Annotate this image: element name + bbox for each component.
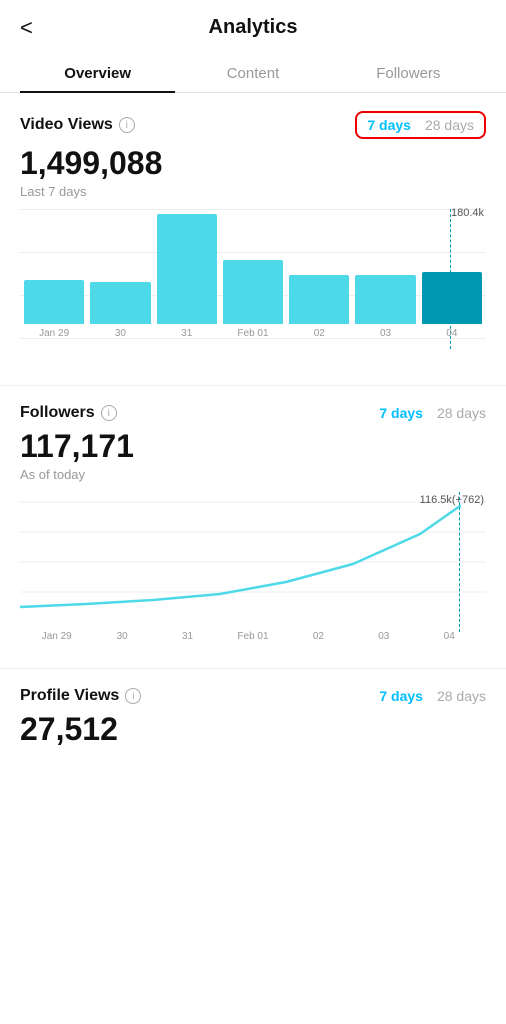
bar-label: 30 <box>115 328 126 339</box>
followers-period-toggle: 7 days 28 days <box>379 405 486 421</box>
bar-col: 02 <box>289 209 349 339</box>
bar[interactable] <box>355 275 415 324</box>
bar-col: 04 <box>422 209 482 339</box>
followers-info-icon[interactable]: i <box>101 405 117 421</box>
line-chart-label: 30 <box>89 631 154 642</box>
video-views-28day-btn[interactable]: 28 days <box>425 117 474 133</box>
bar[interactable] <box>289 275 349 324</box>
bar-label: 04 <box>446 328 457 339</box>
line-chart-label: 04 <box>417 631 482 642</box>
bar-label: 31 <box>181 328 192 339</box>
back-button[interactable]: < <box>20 15 33 41</box>
video-views-period-toggle: 7 days 28 days <box>355 111 486 139</box>
header: < Analytics <box>0 0 506 55</box>
bar[interactable] <box>90 282 150 324</box>
bar-label: Feb 01 <box>237 328 268 339</box>
followers-title-row: Followers i <box>20 404 117 422</box>
profile-views-value: 27,512 <box>20 711 486 748</box>
tab-overview[interactable]: Overview <box>20 55 175 92</box>
bar-label: 03 <box>380 328 391 339</box>
followers-sublabel: As of today <box>20 467 486 482</box>
profile-views-7day-btn[interactable]: 7 days <box>379 688 423 704</box>
bar-label: 02 <box>314 328 325 339</box>
bar-col: Feb 01 <box>223 209 283 339</box>
bar-col: 30 <box>90 209 150 339</box>
line-chart-label: 03 <box>351 631 416 642</box>
line-chart-svg <box>20 492 486 622</box>
video-views-info-icon[interactable]: i <box>119 117 135 133</box>
bar[interactable] <box>24 280 84 324</box>
followers-7day-btn[interactable]: 7 days <box>379 405 423 421</box>
followers-28day-btn[interactable]: 28 days <box>437 405 486 421</box>
line-chart-label: 31 <box>155 631 220 642</box>
profile-views-section: Profile Views i 7 days 28 days 27,512 <box>0 669 506 748</box>
video-views-sublabel: Last 7 days <box>20 184 486 199</box>
line-chart-dashed-line <box>459 492 460 632</box>
video-views-value: 1,499,088 <box>20 145 486 182</box>
video-views-title-row: Video Views i <box>20 116 135 134</box>
line-chart-label: Feb 01 <box>220 631 285 642</box>
video-views-7day-btn[interactable]: 7 days <box>367 117 411 133</box>
followers-value: 117,171 <box>20 428 486 465</box>
bar[interactable] <box>223 260 283 324</box>
profile-views-header: Profile Views i 7 days 28 days <box>20 687 486 705</box>
bar-col: 03 <box>355 209 415 339</box>
line-chart-label: Jan 29 <box>24 631 89 642</box>
bar-label: Jan 29 <box>39 328 69 339</box>
tab-content[interactable]: Content <box>175 55 330 92</box>
profile-views-period-toggle: 7 days 28 days <box>379 688 486 704</box>
profile-views-info-icon[interactable]: i <box>125 688 141 704</box>
profile-views-title: Profile Views <box>20 687 119 705</box>
bar[interactable] <box>422 272 482 324</box>
video-views-header: Video Views i 7 days 28 days <box>20 111 486 139</box>
tab-bar: Overview Content Followers <box>0 55 506 93</box>
bar[interactable] <box>157 214 217 324</box>
line-chart-labels: Jan 293031Feb 01020304 <box>20 631 486 642</box>
tab-followers[interactable]: Followers <box>331 55 486 92</box>
line-chart-label: 02 <box>286 631 351 642</box>
profile-views-title-row: Profile Views i <box>20 687 141 705</box>
followers-title: Followers <box>20 404 95 422</box>
bar-chart-bars: Jan 29 30 31 Feb 01 02 03 04 <box>20 209 486 339</box>
bar-col: 31 <box>157 209 217 339</box>
page-title: Analytics <box>209 16 298 39</box>
bar-col: Jan 29 <box>24 209 84 339</box>
followers-section: Followers i 7 days 28 days 117,171 As of… <box>0 386 506 652</box>
video-views-section: Video Views i 7 days 28 days 1,499,088 L… <box>0 93 506 369</box>
video-views-title: Video Views <box>20 116 113 134</box>
followers-header: Followers i 7 days 28 days <box>20 404 486 422</box>
followers-chart: 116.5k(+762) Jan 293031Feb 01020304 <box>20 492 486 652</box>
video-views-chart: 180.4k Jan 293031Feb 01020304 <box>20 209 486 369</box>
line-chart-tooltip: 116.5k(+762) <box>420 494 484 506</box>
profile-views-28day-btn[interactable]: 28 days <box>437 688 486 704</box>
